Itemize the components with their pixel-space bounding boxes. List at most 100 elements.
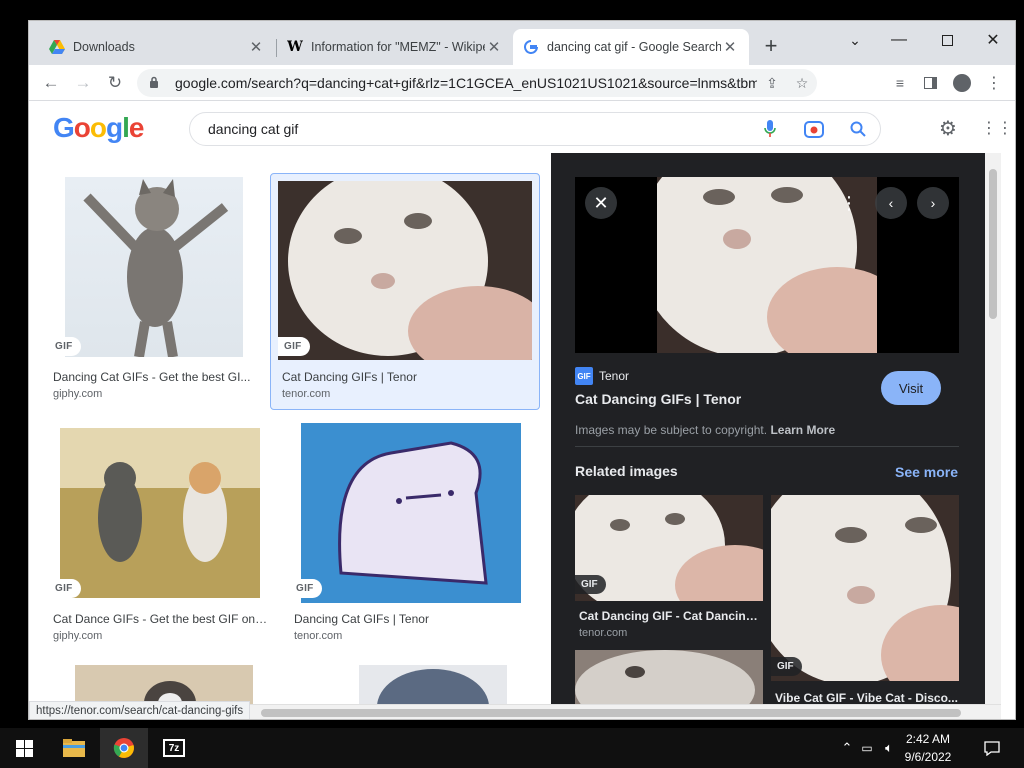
- search-icon[interactable]: [836, 114, 880, 144]
- result-thumbnail[interactable]: [359, 665, 507, 704]
- close-tab-icon[interactable]: ✕: [721, 38, 739, 56]
- gif-badge: GIF: [290, 579, 322, 598]
- chevron-left-icon[interactable]: ‹: [875, 187, 907, 219]
- result-source[interactable]: giphy.com: [53, 388, 102, 400]
- close-tab-icon[interactable]: ✕: [247, 38, 265, 56]
- tenor-gif-icon: GIF: [575, 367, 593, 385]
- panel-divider: [575, 446, 959, 447]
- chevron-up-icon[interactable]: ⌃: [838, 740, 856, 756]
- result-thumbnail[interactable]: [278, 181, 532, 360]
- 7zip-taskbar-button[interactable]: 7z: [150, 728, 198, 768]
- search-input[interactable]: dancing cat gif: [208, 121, 748, 137]
- related-thumbnail[interactable]: [575, 650, 763, 704]
- tab-title: Downloads: [73, 40, 135, 54]
- taskbar-clock[interactable]: 2:42 AM 9/6/2022: [896, 730, 960, 766]
- chrome-window: Downloads ✕ W Information for "MEMZ" - W…: [28, 20, 1016, 720]
- learn-more-link[interactable]: Learn More: [770, 423, 835, 437]
- related-images-heading: Related images: [575, 463, 678, 479]
- apps-grid-icon[interactable]: ⋮⋮: [981, 116, 1013, 140]
- status-bar-url: https://tenor.com/search/cat-dancing-gif…: [29, 701, 251, 719]
- close-icon[interactable]: ✕: [585, 187, 617, 219]
- microphone-icon[interactable]: [748, 114, 792, 144]
- new-tab-button[interactable]: +: [759, 35, 783, 59]
- more-options-icon[interactable]: ⋮: [833, 187, 865, 219]
- related-title[interactable]: Vibe Cat GIF - Vibe Cat - Disco...: [775, 691, 959, 704]
- camera-lens-icon[interactable]: [792, 114, 836, 144]
- google-drive-icon: [49, 39, 65, 55]
- forward-arrow-icon[interactable]: →: [71, 71, 95, 95]
- scrollbar-thumb[interactable]: [989, 169, 997, 319]
- result-title[interactable]: Dancing Cat GIFs | Tenor: [294, 612, 514, 626]
- close-window-button[interactable]: ✕: [971, 27, 1015, 53]
- chevron-right-icon[interactable]: ›: [917, 187, 949, 219]
- folder-icon: [63, 739, 85, 757]
- browser-toolbar: ← → ↻ google.com/search?q=dancing+cat+gi…: [29, 65, 1015, 101]
- tab-title: Information for "MEMZ" - Wikipe: [311, 40, 485, 54]
- copyright-notice: Images may be subject to copyright. Lear…: [575, 423, 835, 437]
- address-bar[interactable]: google.com/search?q=dancing+cat+gif&rlz=…: [137, 69, 817, 97]
- tab-downloads[interactable]: Downloads ✕: [39, 29, 275, 65]
- result-source[interactable]: tenor.com: [282, 388, 330, 400]
- preview-source[interactable]: GIF Tenor: [575, 367, 629, 385]
- result-thumbnail[interactable]: [65, 177, 243, 357]
- gif-badge: GIF: [49, 337, 81, 356]
- lock-icon: [149, 76, 163, 91]
- scrollbar-thumb[interactable]: [261, 709, 961, 717]
- gear-icon[interactable]: ⚙: [936, 116, 960, 140]
- tab-strip: Downloads ✕ W Information for "MEMZ" - W…: [29, 21, 1015, 65]
- file-explorer-button[interactable]: [50, 728, 98, 768]
- preview-title[interactable]: Cat Dancing GIFs | Tenor: [575, 391, 741, 407]
- preview-image-frame: ✕ ⋮ ‹ ›: [575, 177, 959, 353]
- related-title[interactable]: Cat Dancing GIF - Cat Dancing ...: [579, 609, 763, 623]
- gif-badge: GIF: [278, 337, 310, 356]
- result-title[interactable]: Cat Dancing GIFs | Tenor: [282, 370, 532, 384]
- profile-avatar-icon[interactable]: [951, 73, 973, 93]
- page-content: Google dancing cat gif ⚙ ⋮⋮ GIF Dancing …: [29, 102, 1015, 704]
- clock-date: 9/6/2022: [904, 750, 952, 764]
- result-thumbnail[interactable]: [60, 428, 260, 598]
- chrome-taskbar-button[interactable]: [100, 728, 148, 768]
- tab-wikipedia[interactable]: W Information for "MEMZ" - Wikipe ✕: [277, 29, 513, 65]
- menu-dots-icon[interactable]: ⋮: [983, 73, 1005, 93]
- see-more-link[interactable]: See more: [895, 464, 958, 480]
- start-button[interactable]: [0, 728, 48, 768]
- google-logo[interactable]: Google: [53, 112, 144, 144]
- gif-badge: GIF: [575, 575, 606, 594]
- side-panel-icon[interactable]: [919, 73, 941, 93]
- reading-list-icon[interactable]: ≡: [889, 73, 911, 93]
- visit-button[interactable]: Visit: [881, 371, 941, 405]
- minimize-button[interactable]: —: [877, 27, 921, 53]
- bookmark-star-icon[interactable]: ☆: [787, 75, 817, 92]
- preview-source-name: Tenor: [599, 369, 630, 383]
- result-thumbnail[interactable]: [75, 665, 253, 704]
- result-title[interactable]: Cat Dance GIFs - Get the best GIF on ...: [53, 612, 268, 626]
- google-header: Google dancing cat gif ⚙ ⋮⋮: [29, 102, 1015, 152]
- result-title[interactable]: Dancing Cat GIFs - Get the best GI...: [53, 370, 259, 384]
- search-box[interactable]: dancing cat gif: [189, 112, 881, 146]
- result-source[interactable]: giphy.com: [53, 630, 102, 642]
- tab-google-search[interactable]: dancing cat gif - Google Search ✕: [513, 29, 749, 65]
- gif-badge: GIF: [49, 579, 81, 598]
- vertical-scrollbar[interactable]: [985, 153, 1001, 704]
- reload-icon[interactable]: ↻: [103, 71, 127, 95]
- share-icon[interactable]: ⇪: [757, 75, 787, 92]
- network-icon[interactable]: ▭: [856, 741, 878, 755]
- tab-title: dancing cat gif - Google Search: [547, 40, 721, 54]
- result-thumbnail[interactable]: [301, 423, 521, 603]
- wikipedia-icon: W: [287, 39, 303, 55]
- 7zip-icon: 7z: [163, 739, 185, 757]
- back-arrow-icon[interactable]: ←: [39, 71, 63, 95]
- url-text: google.com/search?q=dancing+cat+gif&rlz=…: [175, 75, 757, 91]
- google-icon: [523, 39, 539, 55]
- chrome-icon: [113, 738, 134, 758]
- gif-badge: GIF: [771, 657, 802, 676]
- notifications-icon[interactable]: [980, 728, 1004, 768]
- related-source[interactable]: tenor.com: [579, 627, 627, 639]
- maximize-button[interactable]: [925, 27, 969, 53]
- windows-taskbar: 7z ⌃ ▭ 🔈︎ 2:42 AM 9/6/2022: [0, 728, 1024, 768]
- result-source[interactable]: tenor.com: [294, 630, 342, 642]
- tab-search-icon[interactable]: ⌄: [833, 27, 877, 53]
- clock-time: 2:42 AM: [905, 732, 951, 746]
- close-tab-icon[interactable]: ✕: [485, 38, 503, 56]
- related-thumbnail[interactable]: [771, 495, 959, 681]
